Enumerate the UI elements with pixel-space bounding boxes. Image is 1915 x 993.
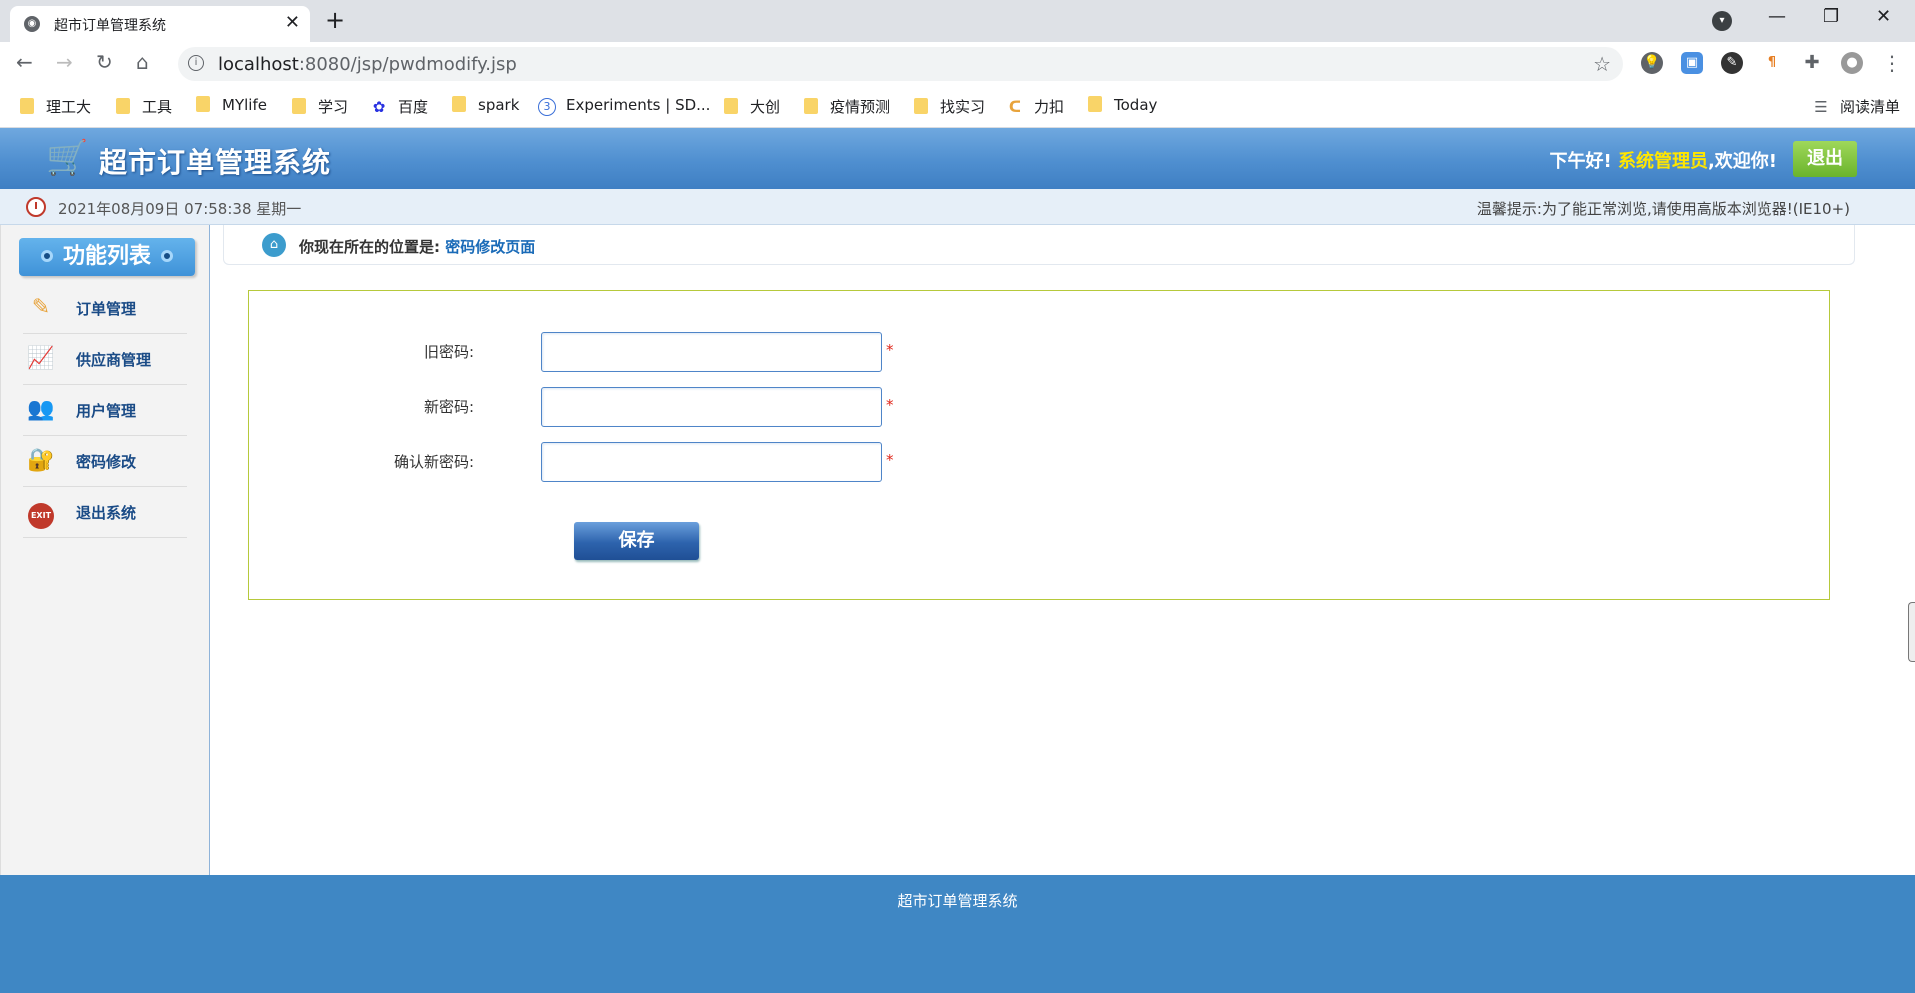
users-icon: 👥 [27,397,55,422]
new-password-label: 新密码: [423,398,474,416]
reload-icon[interactable]: ↻ [96,50,113,74]
new-tab-icon[interactable]: + [325,6,345,34]
address-toolbar: ← → ↻ ⌂ i localhost:8080/jsp/pwdmodify.j… [0,42,1915,86]
required-mark: * [886,396,894,414]
sidebar-title: 功能列表 [19,238,195,276]
confirm-password-label: 确认新密码: [393,453,474,471]
browser-tab-strip: ◉ 超市订单管理系统 ✕ + ▾ — ❐ ✕ [0,0,1915,42]
exit-icon: EXIT [25,497,57,529]
app-title: 超市订单管理系统 [99,146,332,179]
bookmark-folder[interactable]: 工具 [116,96,172,117]
old-password-label: 旧密码: [423,343,474,361]
close-window-icon[interactable]: ✕ [1876,6,1891,27]
extension-translate-icon[interactable]: ▣ [1681,52,1703,74]
evernote-icon[interactable]: ✎ [1721,52,1743,74]
bookmark-link[interactable]: ✿ 百度 [370,96,428,117]
old-password-input[interactable] [541,332,882,372]
folder-icon [724,98,738,114]
footer-text: 超市订单管理系统 [897,892,1018,910]
password-icon: 🔐 [27,448,55,473]
sidebar-item-password[interactable]: 🔐 密码修改 [23,436,187,487]
new-password-input[interactable] [541,387,882,427]
scrollbar-handle[interactable] [1908,602,1915,662]
reading-list-icon: ☰ [1814,98,1828,116]
save-button[interactable]: 保存 [574,522,699,560]
leetcode-icon: ᑕ [1008,98,1022,116]
bookmark-star-icon[interactable]: ☆ [1593,52,1611,76]
sidebar-item-users[interactable]: 👥 用户管理 [23,385,187,436]
bookmark-folder[interactable]: 找实习 [914,96,985,117]
home-icon: ⌂ [262,233,286,257]
close-tab-icon[interactable]: ✕ [285,12,300,33]
confirm-password-input[interactable] [541,442,882,482]
sidebar-item-orders[interactable]: ✎ 订单管理 [23,283,187,334]
folder-icon [20,98,34,114]
folder-icon [116,98,130,114]
breadcrumb: ⌂ 你现在所在的位置是: 密码修改页面 [223,225,1855,265]
sidebar: 功能列表 ✎ 订单管理 📈 供应商管理 👥 用户管理 🔐 密码修改 EXIT 退… [0,225,210,875]
folder-icon [804,98,818,114]
experiments-icon: 3 [538,98,556,116]
bookmark-folder[interactable]: 学习 [292,96,348,117]
required-mark: * [886,451,894,469]
sidebar-item-suppliers[interactable]: 📈 供应商管理 [23,334,187,385]
folder-icon [196,96,210,112]
extensions-puzzle-icon[interactable]: ✚ [1801,52,1823,74]
bookmark-folder[interactable]: MYlife [196,96,267,114]
footer: 超市订单管理系统 [0,875,1915,993]
baidu-paw-icon: ✿ [372,98,386,116]
tab-title: 超市订单管理系统 [54,18,166,34]
order-icon: ✎ [31,295,51,320]
current-datetime: 2021年08月09日 07:58:38 星期一 [58,200,302,218]
bookmark-folder[interactable]: 理工大 [20,96,91,117]
globe-icon: ◉ [24,16,40,32]
bullet-icon [40,250,53,262]
profile-avatar[interactable]: ● [1841,52,1863,74]
back-icon[interactable]: ← [16,50,33,74]
home-icon[interactable]: ⌂ [136,50,149,74]
folder-icon [292,98,306,114]
breadcrumb-current-page: 密码修改页面 [445,238,536,256]
sidebar-item-exit[interactable]: EXIT 退出系统 [23,487,187,538]
forward-icon[interactable]: → [56,50,73,74]
browser-tip: 温馨提示:为了能正常浏览,请使用高版本浏览器!(IE10+) [1476,200,1850,218]
browser-tab[interactable]: ◉ 超市订单管理系统 ✕ [10,6,310,42]
required-mark: * [886,341,894,359]
url-text[interactable]: localhost:8080/jsp/pwdmodify.jsp [218,54,517,75]
address-bar[interactable]: i localhost:8080/jsp/pwdmodify.jsp ☆ [178,47,1623,81]
bookmark-link[interactable]: 3 Experiments | SD... [538,96,710,116]
logout-button[interactable]: 退出 [1793,141,1857,177]
extension-pilcrow-icon[interactable]: ¶ [1761,52,1783,74]
bookmark-folder[interactable]: 疫情预测 [804,96,890,117]
folder-icon [1088,96,1102,112]
supplier-icon: 📈 [27,346,55,371]
reading-list[interactable]: ☰ 阅读清单 [1812,96,1900,117]
password-form: 旧密码: * 新密码: * 确认新密码: * 保存 [248,290,1830,600]
restore-icon[interactable]: ❐ [1823,6,1839,27]
app-header: 🛒 超市订单管理系统 下午好! 系统管理员,欢迎你! 退出 [0,128,1915,189]
extension-bulb-icon[interactable]: 💡 [1641,52,1663,74]
browser-menu-icon[interactable]: ⋮ [1881,52,1903,74]
clock-icon [26,197,46,217]
greeting: 下午好! 系统管理员,欢迎你! [1549,151,1777,172]
info-bar: 2021年08月09日 07:58:38 星期一 温馨提示:为了能正常浏览,请使… [0,189,1915,225]
username: 系统管理员 [1617,151,1708,172]
shopping-cart-icon: 🛒 [46,138,89,178]
bookmarks-bar: 理工大 工具 MYlife 学习 ✿ 百度 spark 3 Experiments … [0,86,1915,128]
bookmark-link[interactable]: ᑕ 力扣 [1006,96,1064,117]
minimize-icon[interactable]: — [1768,6,1786,27]
bullet-icon [161,250,173,262]
tab-search-icon[interactable]: ▾ [1712,11,1732,31]
folder-icon [914,98,928,114]
bookmark-folder[interactable]: Today [1088,96,1157,114]
site-info-icon[interactable]: i [188,55,204,71]
bookmark-folder[interactable]: spark [452,96,519,114]
bookmark-folder[interactable]: 大创 [724,96,780,117]
folder-icon [452,96,466,112]
